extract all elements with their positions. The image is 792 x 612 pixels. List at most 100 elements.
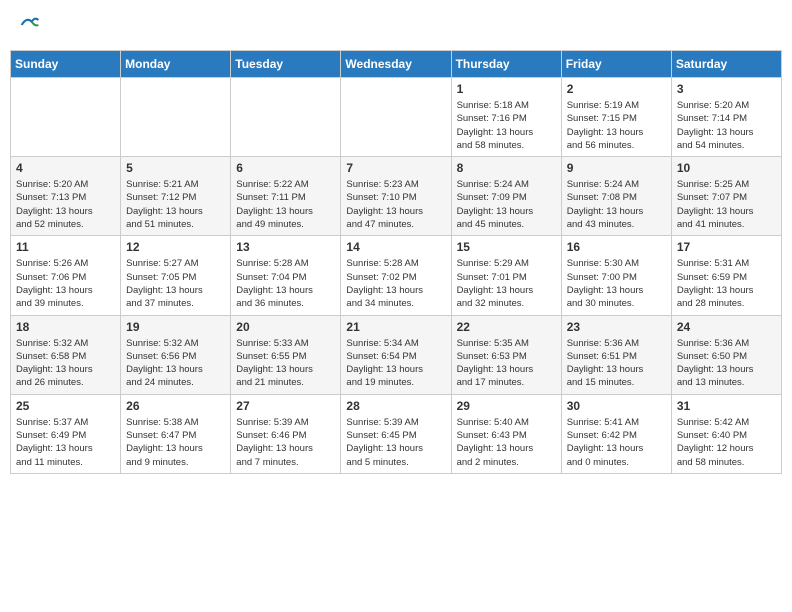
calendar-cell: 14Sunrise: 5:28 AM Sunset: 7:02 PM Dayli… [341,236,451,315]
calendar-cell: 27 Sunrise: 5:39 AM Sunset: 6:46 PM Dayli… [231,394,341,473]
day-number: 16 [567,240,666,254]
calendar-cell: 10 Sunrise: 5:25 AM Sunset: 7:07 PM Dayli… [671,157,781,236]
calendar-cell: 22 Sunrise: 5:35 AM Sunset: 6:53 PM Dayli… [451,315,561,394]
calendar-cell: 23 Sunrise: 5:36 AM Sunset: 6:51 PM Dayli… [561,315,671,394]
logo [20,15,43,35]
calendar-cell: 19 Sunrise: 5:32 AM Sunset: 6:56 PM Dayli… [121,315,231,394]
day-number: 4 [16,161,115,175]
calendar-cell: 28 Sunrise: 5:39 AM Sunset: 6:45 PM Dayli… [341,394,451,473]
calendar-cell: 13 Sunrise: 5:28 AM Sunset: 7:04 PM Dayli… [231,236,341,315]
day-info: Sunrise: 5:41 AM Sunset: 6:42 PM Dayligh… [567,416,666,469]
day-info: Sunrise: 5:34 AM Sunset: 6:54 PM Dayligh… [346,337,445,390]
calendar-cell: 16 Sunrise: 5:30 AM Sunset: 7:00 PM Dayli… [561,236,671,315]
day-info: Sunrise: 5:32 AM Sunset: 6:58 PM Dayligh… [16,337,115,390]
day-number: 17 [677,240,776,254]
calendar-cell [121,78,231,157]
day-info: Sunrise: 5:18 AM Sunset: 7:16 PM Dayligh… [457,99,556,152]
day-number: 29 [457,399,556,413]
day-info: Sunrise: 5:21 AM Sunset: 7:12 PM Dayligh… [126,178,225,231]
day-info: Sunrise: 5:42 AM Sunset: 6:40 PM Dayligh… [677,416,776,469]
day-info: Sunrise: 5:36 AM Sunset: 6:50 PM Dayligh… [677,337,776,390]
day-info: Sunrise: 5:20 AM Sunset: 7:14 PM Dayligh… [677,99,776,152]
day-number: 20 [236,320,335,334]
calendar-cell: 4 Sunrise: 5:20 AM Sunset: 7:13 PM Daylig… [11,157,121,236]
calendar-week-5: 25 Sunrise: 5:37 AM Sunset: 6:49 PM Dayli… [11,394,782,473]
day-info: Sunrise: 5:40 AM Sunset: 6:43 PM Dayligh… [457,416,556,469]
day-info: Sunrise: 5:35 AM Sunset: 6:53 PM Dayligh… [457,337,556,390]
day-info: Sunrise: 5:33 AM Sunset: 6:55 PM Dayligh… [236,337,335,390]
day-number: 7 [346,161,445,175]
calendar-cell [341,78,451,157]
day-number: 12 [126,240,225,254]
day-number: 8 [457,161,556,175]
day-number: 21 [346,320,445,334]
day-number: 25 [16,399,115,413]
calendar-week-3: 11 Sunrise: 5:26 AM Sunset: 7:06 PM Dayli… [11,236,782,315]
day-number: 30 [567,399,666,413]
calendar-cell [231,78,341,157]
calendar-cell: 3 Sunrise: 5:20 AM Sunset: 7:14 PM Daylig… [671,78,781,157]
calendar-cell: 1 Sunrise: 5:18 AM Sunset: 7:16 PM Daylig… [451,78,561,157]
day-info: Sunrise: 5:38 AM Sunset: 6:47 PM Dayligh… [126,416,225,469]
day-info: Sunrise: 5:25 AM Sunset: 7:07 PM Dayligh… [677,178,776,231]
day-info: Sunrise: 5:37 AM Sunset: 6:49 PM Dayligh… [16,416,115,469]
day-info: Sunrise: 5:22 AM Sunset: 7:11 PM Dayligh… [236,178,335,231]
calendar-cell: 17 Sunrise: 5:31 AM Sunset: 6:59 PM Dayli… [671,236,781,315]
calendar-cell: 30 Sunrise: 5:41 AM Sunset: 6:42 PM Dayli… [561,394,671,473]
day-header-monday: Monday [121,51,231,78]
day-info: Sunrise: 5:27 AM Sunset: 7:05 PM Dayligh… [126,257,225,310]
day-number: 2 [567,82,666,96]
calendar-header-row: SundayMondayTuesdayWednesdayThursdayFrid… [11,51,782,78]
day-info: Sunrise: 5:32 AM Sunset: 6:56 PM Dayligh… [126,337,225,390]
day-number: 10 [677,161,776,175]
day-number: 15 [457,240,556,254]
day-info: Sunrise: 5:28 AM Sunset: 7:02 PM Dayligh… [346,257,445,310]
day-number: 31 [677,399,776,413]
day-number: 13 [236,240,335,254]
day-number: 23 [567,320,666,334]
calendar-cell: 26Sunrise: 5:38 AM Sunset: 6:47 PM Dayli… [121,394,231,473]
calendar-cell: 5 Sunrise: 5:21 AM Sunset: 7:12 PM Daylig… [121,157,231,236]
day-number: 5 [126,161,225,175]
day-info: Sunrise: 5:23 AM Sunset: 7:10 PM Dayligh… [346,178,445,231]
day-header-sunday: Sunday [11,51,121,78]
calendar-cell: 6Sunrise: 5:22 AM Sunset: 7:11 PM Daylig… [231,157,341,236]
day-number: 11 [16,240,115,254]
day-info: Sunrise: 5:24 AM Sunset: 7:08 PM Dayligh… [567,178,666,231]
calendar-cell: 12 Sunrise: 5:27 AM Sunset: 7:05 PM Dayli… [121,236,231,315]
calendar-cell: 9Sunrise: 5:24 AM Sunset: 7:08 PM Daylig… [561,157,671,236]
day-number: 1 [457,82,556,96]
day-info: Sunrise: 5:20 AM Sunset: 7:13 PM Dayligh… [16,178,115,231]
day-header-friday: Friday [561,51,671,78]
day-info: Sunrise: 5:39 AM Sunset: 6:46 PM Dayligh… [236,416,335,469]
logo-icon [20,15,40,35]
day-number: 3 [677,82,776,96]
day-info: Sunrise: 5:28 AM Sunset: 7:04 PM Dayligh… [236,257,335,310]
day-header-wednesday: Wednesday [341,51,451,78]
calendar-cell: 21 Sunrise: 5:34 AM Sunset: 6:54 PM Dayli… [341,315,451,394]
day-number: 27 [236,399,335,413]
day-header-saturday: Saturday [671,51,781,78]
day-info: Sunrise: 5:19 AM Sunset: 7:15 PM Dayligh… [567,99,666,152]
day-info: Sunrise: 5:36 AM Sunset: 6:51 PM Dayligh… [567,337,666,390]
calendar-table: SundayMondayTuesdayWednesdayThursdayFrid… [10,50,782,474]
calendar-cell: 24Sunrise: 5:36 AM Sunset: 6:50 PM Dayli… [671,315,781,394]
calendar-cell: 7 Sunrise: 5:23 AM Sunset: 7:10 PM Daylig… [341,157,451,236]
calendar-cell: 11 Sunrise: 5:26 AM Sunset: 7:06 PM Dayli… [11,236,121,315]
calendar-week-2: 4 Sunrise: 5:20 AM Sunset: 7:13 PM Daylig… [11,157,782,236]
calendar-cell: 20 Sunrise: 5:33 AM Sunset: 6:55 PM Dayli… [231,315,341,394]
calendar-cell: 15Sunrise: 5:29 AM Sunset: 7:01 PM Dayli… [451,236,561,315]
calendar-cell: 8Sunrise: 5:24 AM Sunset: 7:09 PM Daylig… [451,157,561,236]
day-number: 22 [457,320,556,334]
calendar-cell: 31 Sunrise: 5:42 AM Sunset: 6:40 PM Dayli… [671,394,781,473]
calendar-cell: 2 Sunrise: 5:19 AM Sunset: 7:15 PM Daylig… [561,78,671,157]
day-number: 28 [346,399,445,413]
day-info: Sunrise: 5:26 AM Sunset: 7:06 PM Dayligh… [16,257,115,310]
calendar-cell: 18 Sunrise: 5:32 AM Sunset: 6:58 PM Dayli… [11,315,121,394]
day-info: Sunrise: 5:30 AM Sunset: 7:00 PM Dayligh… [567,257,666,310]
page-header [10,10,782,40]
day-info: Sunrise: 5:39 AM Sunset: 6:45 PM Dayligh… [346,416,445,469]
day-number: 18 [16,320,115,334]
day-number: 19 [126,320,225,334]
day-info: Sunrise: 5:31 AM Sunset: 6:59 PM Dayligh… [677,257,776,310]
